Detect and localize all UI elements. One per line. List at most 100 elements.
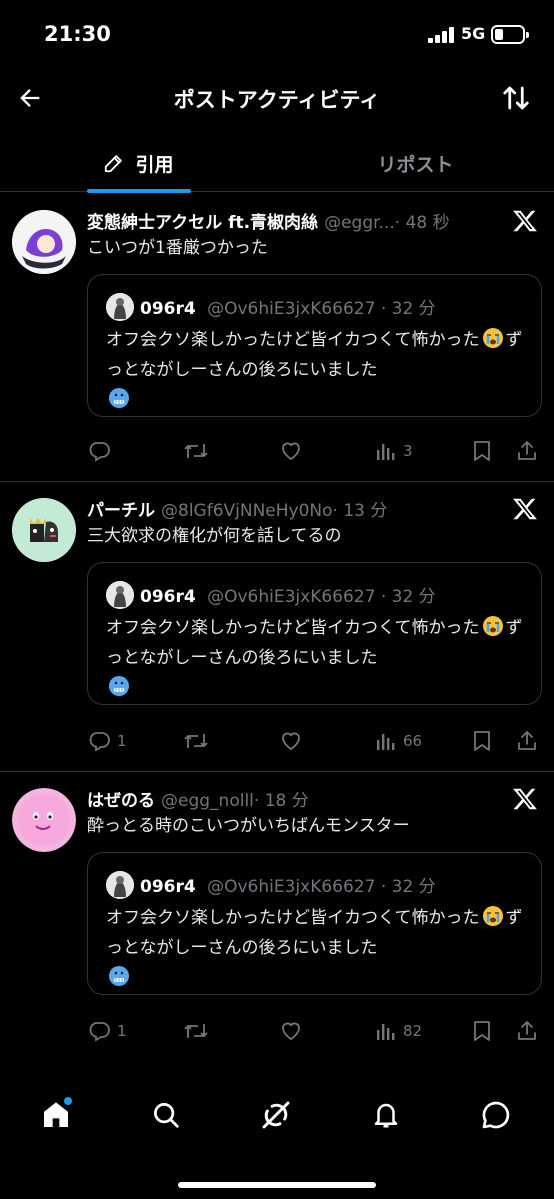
post-time: · 13 分 — [332, 501, 388, 521]
quoted-text-part: オフ会クソ楽しかったけど皆イカつくて怖かった — [106, 330, 480, 350]
post-item[interactable]: はぜのる @egg_nolll · 18 分 酔っとる時のこいつがいちばんモンス… — [0, 772, 554, 1062]
grok-icon — [262, 1101, 290, 1129]
status-time: 21:30 — [44, 22, 111, 46]
tab-quotes[interactable]: 引用 — [0, 134, 277, 193]
quoted-post[interactable]: 096r4 @Ov6hiE3jxK66627 · 32 分 オフ会クソ楽しかった… — [87, 274, 542, 417]
sort-button[interactable] — [496, 78, 536, 118]
x-logo-icon — [512, 496, 538, 522]
reply-icon — [89, 442, 110, 462]
share-button[interactable] — [515, 1016, 539, 1046]
notification-dot — [64, 1097, 72, 1105]
quoted-avatar — [106, 581, 134, 609]
post-header: 変態紳士アクセル ft.青椒肉絲 @eggr... · 48 秒 — [87, 208, 494, 234]
quoted-author-name: 096r4 — [140, 299, 196, 319]
messages-icon — [482, 1101, 510, 1129]
x-logo-icon — [512, 786, 538, 812]
reply-button[interactable]: 1 — [87, 726, 127, 756]
author-name[interactable]: パーチル — [87, 496, 155, 521]
author-handle[interactable]: @eggr... — [324, 213, 395, 233]
quoted-header: 096r4 @Ov6hiE3jxK66627 · 32 分 — [140, 582, 436, 607]
like-button[interactable] — [279, 726, 303, 756]
reply-icon — [89, 1022, 110, 1042]
author-handle[interactable]: @egg_nolll — [161, 791, 254, 811]
post-time: · 18 分 — [253, 791, 309, 811]
avatar[interactable] — [12, 210, 76, 274]
like-icon — [282, 1022, 300, 1041]
reply-button[interactable] — [87, 436, 117, 466]
author-name[interactable]: 変態紳士アクセル ft.青椒肉絲 — [87, 208, 318, 233]
quoted-text-part: オフ会クソ楽しかったけど皆イカつくて怖かった — [106, 908, 480, 928]
post-actions: 1 66 — [87, 726, 542, 756]
quoted-author-name: 096r4 — [140, 877, 196, 897]
share-button[interactable] — [515, 436, 539, 466]
repost-icon — [184, 444, 208, 458]
quoted-post[interactable]: 096r4 @Ov6hiE3jxK66627 · 32 分 オフ会クソ楽しかった… — [87, 852, 542, 995]
like-button[interactable] — [279, 1016, 303, 1046]
nav-messages[interactable] — [478, 1097, 514, 1133]
bookmark-icon — [474, 441, 490, 461]
post-item[interactable]: パーチル @8lGf6VjNNeHy0No · 13 分 三大欲求の権化が何を話… — [0, 482, 554, 772]
nav-grok[interactable] — [258, 1097, 294, 1133]
like-button[interactable] — [279, 436, 303, 466]
bookmark-button[interactable] — [471, 436, 493, 466]
crying-face-emoji — [482, 327, 504, 349]
nav-notifications[interactable] — [368, 1097, 404, 1133]
reply-button[interactable]: 1 — [87, 1016, 127, 1046]
avatar[interactable] — [12, 788, 76, 852]
repost-button[interactable] — [183, 436, 209, 466]
header: ポストアクティビティ — [0, 70, 554, 126]
quoted-author-handle: @Ov6hiE3jxK66627 · 32 分 — [207, 299, 436, 319]
network-label: 5G — [461, 24, 486, 43]
bookmark-icon — [474, 1021, 490, 1041]
share-icon — [518, 441, 536, 460]
post-text: こいつが1番厳つかった — [87, 238, 268, 258]
quoted-header: 096r4 @Ov6hiE3jxK66627 · 32 分 — [140, 294, 436, 319]
quoted-avatar — [106, 293, 134, 321]
search-icon — [154, 1103, 179, 1128]
author-name[interactable]: はぜのる — [87, 786, 155, 811]
post-actions: 3 — [87, 436, 542, 466]
bell-icon — [374, 1103, 398, 1128]
x-logo-icon — [512, 208, 538, 234]
repost-button[interactable] — [183, 1016, 209, 1046]
views-count: 82 — [403, 1022, 423, 1040]
crying-face-emoji — [482, 905, 504, 927]
quoted-header: 096r4 @Ov6hiE3jxK66627 · 32 分 — [140, 872, 436, 897]
quoted-text: オフ会クソ楽しかったけど皆イカつくて怖かった ずっとながしーさんの後ろにいました — [106, 325, 529, 415]
quoted-post[interactable]: 096r4 @Ov6hiE3jxK66627 · 32 分 オフ会クソ楽しかった… — [87, 562, 542, 705]
tab-reposts[interactable]: リポスト — [277, 134, 554, 192]
page-title: ポストアクティビティ — [173, 88, 381, 112]
views-count: 66 — [403, 732, 423, 750]
views-icon — [377, 444, 395, 460]
tab-reposts-label: リポスト — [377, 153, 454, 176]
post-item[interactable]: 変態紳士アクセル ft.青椒肉絲 @eggr... · 48 秒 こいつが1番厳… — [0, 192, 554, 482]
quoted-text-part: オフ会クソ楽しかったけど皆イカつくて怖かった — [106, 618, 480, 638]
crying-face-emoji — [482, 615, 504, 637]
author-handle[interactable]: @8lGf6VjNNeHy0No — [161, 501, 333, 521]
cold-face-emoji — [108, 387, 130, 409]
views-button[interactable]: 66 — [375, 726, 422, 756]
post-header: パーチル @8lGf6VjNNeHy0No · 13 分 — [87, 496, 494, 522]
status-bar: 21:30 5G — [0, 0, 554, 70]
quoted-text: オフ会クソ楽しかったけど皆イカつくて怖かった ずっとながしーさんの後ろにいました — [106, 903, 529, 993]
pen-icon — [103, 152, 125, 174]
bookmark-button[interactable] — [471, 1016, 493, 1046]
nav-home[interactable] — [38, 1097, 74, 1133]
share-button[interactable] — [515, 726, 539, 756]
bookmark-button[interactable] — [471, 726, 493, 756]
repost-icon — [184, 1024, 208, 1038]
post-time: · 48 秒 — [394, 213, 450, 233]
post-header: はぜのる @egg_nolll · 18 分 — [87, 786, 494, 812]
views-button[interactable]: 82 — [375, 1016, 422, 1046]
bottom-nav — [0, 1080, 554, 1150]
quoted-author-handle: @Ov6hiE3jxK66627 · 32 分 — [207, 587, 436, 607]
post-text: 三大欲求の権化が何を話してるの — [87, 526, 342, 546]
repost-icon — [184, 734, 208, 748]
repost-button[interactable] — [183, 726, 209, 756]
quoted-author-handle: @Ov6hiE3jxK66627 · 32 分 — [207, 877, 436, 897]
tab-quotes-label: 引用 — [135, 153, 174, 176]
nav-search[interactable] — [148, 1097, 184, 1133]
quoted-text: オフ会クソ楽しかったけど皆イカつくて怖かった ずっとながしーさんの後ろにいました — [106, 613, 529, 703]
avatar[interactable] — [12, 498, 76, 562]
views-button[interactable]: 3 — [375, 436, 413, 466]
